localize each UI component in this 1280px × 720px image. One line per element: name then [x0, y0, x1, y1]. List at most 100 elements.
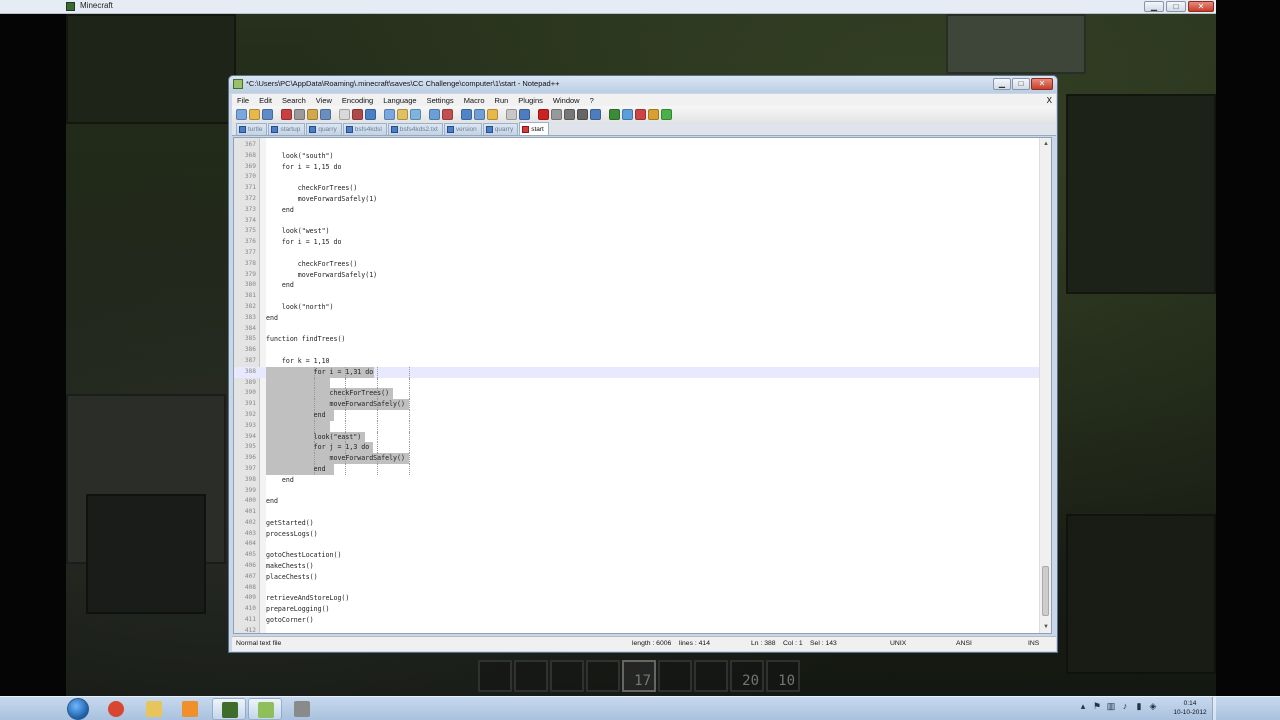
scrollbar-thumb[interactable]	[1042, 566, 1049, 616]
toolbar-button-icon[interactable]	[538, 108, 549, 120]
menu-item-file[interactable]: File	[232, 96, 254, 105]
tab-startup[interactable]: startup	[268, 123, 306, 135]
toolbar-button-icon[interactable]	[661, 108, 672, 120]
toolbar-button-icon[interactable]	[294, 108, 305, 120]
toolbar-button-icon[interactable]	[397, 108, 408, 120]
volume-icon[interactable]: ♪	[1120, 701, 1130, 711]
toolbar-button-icon[interactable]	[320, 108, 331, 120]
minimize-button[interactable]: ▁	[1144, 1, 1164, 12]
taskbar-app-explorer[interactable]	[137, 698, 171, 720]
tab-bsfs4kdsl[interactable]: bsfs4kdsl	[342, 123, 387, 135]
hotbar-slot[interactable]: 10	[766, 660, 800, 692]
show-desktop-button[interactable]	[1212, 697, 1216, 720]
start-button[interactable]	[67, 698, 89, 720]
hotbar-slot[interactable]	[478, 660, 512, 692]
line-code: end	[266, 313, 278, 322]
menu-item-edit[interactable]: Edit	[254, 96, 277, 105]
toolbar-button-icon[interactable]	[635, 108, 646, 120]
toolbar-button-icon[interactable]	[609, 108, 620, 120]
flag-icon[interactable]: ⚑	[1092, 701, 1102, 711]
menu-item-settings[interactable]: Settings	[422, 96, 459, 105]
maximize-button[interactable]: □	[1166, 1, 1186, 12]
indent-guide	[408, 388, 410, 400]
npp-titlebar[interactable]: *C:\Users\PC\AppData\Roaming\.minecraft\…	[229, 76, 1057, 93]
toolbar-button-icon[interactable]	[487, 108, 498, 120]
taskbar-app-minecraft[interactable]	[212, 698, 246, 720]
toolbar-button-icon[interactable]	[551, 108, 562, 120]
code-line: 391 moveForwardSafely()	[234, 399, 1042, 410]
npp-maximize-button[interactable]: □	[1012, 78, 1030, 90]
toolbar-button-icon[interactable]	[519, 108, 530, 120]
chevron-up-icon[interactable]: ▴	[1078, 701, 1088, 711]
toolbar-button-icon[interactable]	[590, 108, 601, 120]
close-document-button[interactable]: X	[1047, 96, 1056, 105]
toolbar-button-icon[interactable]	[262, 108, 273, 120]
npp-close-button[interactable]: ✕	[1031, 78, 1053, 90]
hotbar-slot[interactable]: 17	[622, 660, 656, 692]
status-sel: Sel : 143	[810, 640, 837, 647]
menu-item-window[interactable]: Window	[548, 96, 585, 105]
vertical-scrollbar[interactable]: ▲ ▼	[1039, 138, 1051, 633]
line-number: 406	[244, 562, 256, 570]
menu-item-search[interactable]: Search	[277, 96, 311, 105]
toolbar-button-icon[interactable]	[648, 108, 659, 120]
status-filetype: Normal text file	[236, 640, 282, 647]
menu-item-help[interactable]: ?	[585, 96, 599, 105]
toolbar-button-icon[interactable]	[506, 108, 517, 120]
toolbar-button-icon[interactable]	[339, 108, 350, 120]
toolbar-button-icon[interactable]	[249, 108, 260, 120]
network-icon[interactable]: ▥	[1106, 701, 1116, 711]
minecraft-hotbar[interactable]: 17 20 10	[478, 660, 800, 692]
taskbar-app-notepad-plus-plus[interactable]	[248, 698, 282, 720]
taskbar-app-media-player[interactable]	[173, 698, 207, 720]
hotbar-slot[interactable]	[694, 660, 728, 692]
tab-turtle[interactable]: turtle	[236, 123, 268, 135]
toolbar-button-icon[interactable]	[307, 108, 318, 120]
toolbar-button-icon[interactable]	[564, 108, 575, 120]
code-editor[interactable]: 367 368 look("south") 369 for i = 1,15 do 3…	[233, 137, 1052, 634]
toolbar-button-icon[interactable]	[622, 108, 633, 120]
toolbar-button-icon[interactable]	[236, 108, 247, 120]
menu-item-plugins[interactable]: Plugins	[513, 96, 548, 105]
toolbar-button-icon[interactable]	[365, 108, 376, 120]
taskbar-clock[interactable]: 0:14 10-10-2012	[1168, 699, 1212, 717]
line-number: 396	[244, 454, 256, 462]
line-code: moveForwardSafely(1)	[266, 194, 378, 203]
toolbar-button-icon[interactable]	[461, 108, 472, 120]
hotbar-slot[interactable]	[550, 660, 584, 692]
toolbar-button-icon[interactable]	[577, 108, 588, 120]
toolbar-button-icon[interactable]	[442, 108, 453, 120]
toolbar-button-icon[interactable]	[352, 108, 363, 120]
tab-quarry[interactable]: quarry	[482, 123, 519, 135]
line-code: end	[266, 497, 278, 506]
scroll-down-icon[interactable]: ▼	[1043, 624, 1049, 630]
security-icon[interactable]: ◈	[1148, 701, 1158, 711]
hotbar-slot[interactable]	[658, 660, 692, 692]
toolbar-button-icon[interactable]	[384, 108, 395, 120]
tab-start[interactable]: start	[519, 122, 549, 135]
toolbar-button-icon[interactable]	[281, 108, 292, 120]
menu-item-view[interactable]: View	[311, 96, 337, 105]
menu-item-encoding[interactable]: Encoding	[337, 96, 378, 105]
tab-quarry[interactable]: quarry	[306, 123, 342, 135]
hotbar-slot[interactable]: 20	[730, 660, 764, 692]
hotbar-slot[interactable]	[514, 660, 548, 692]
code-line: 401	[234, 507, 1042, 518]
notepad-plus-plus-window[interactable]: *C:\Users\PC\AppData\Roaming\.minecraft\…	[228, 75, 1058, 653]
battery-icon[interactable]: ▮	[1134, 701, 1144, 711]
minecraft-titlebar[interactable]: Minecraft ▁ □ ✕	[0, 0, 1216, 14]
menu-item-macro[interactable]: Macro	[459, 96, 490, 105]
menu-item-run[interactable]: Run	[490, 96, 514, 105]
taskbar-app-app-grid[interactable]	[285, 698, 319, 720]
close-button[interactable]: ✕	[1188, 1, 1214, 12]
npp-minimize-button[interactable]: ▁	[993, 78, 1011, 90]
toolbar-button-icon[interactable]	[410, 108, 421, 120]
toolbar-button-icon[interactable]	[429, 108, 440, 120]
taskbar-app-chrome[interactable]	[99, 698, 133, 720]
scroll-up-icon[interactable]: ▲	[1043, 141, 1049, 147]
tab-version[interactable]: version	[443, 123, 482, 135]
tab-bsfs4kds2-txt[interactable]: bsfs4kds2.txt	[387, 123, 443, 135]
toolbar-button-icon[interactable]	[474, 108, 485, 120]
menu-item-language[interactable]: Language	[378, 96, 421, 105]
hotbar-slot[interactable]	[586, 660, 620, 692]
